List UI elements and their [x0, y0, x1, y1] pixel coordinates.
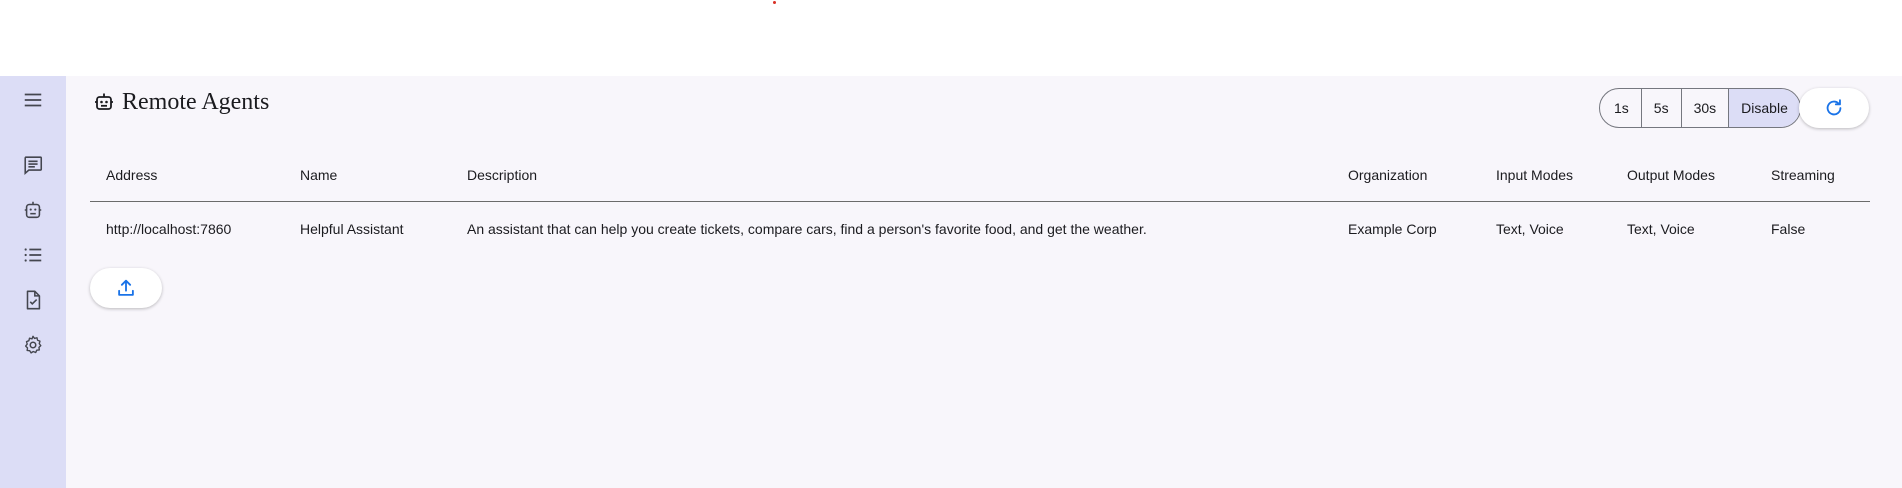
interval-option-disable[interactable]: Disable: [1728, 89, 1800, 127]
upload-icon: [118, 279, 134, 296]
main-content: Remote Agents 1s 5s 30s Disable Address …: [66, 76, 1902, 488]
interval-option-1s[interactable]: 1s: [1600, 89, 1641, 127]
cell-organization: Example Corp: [1348, 220, 1437, 237]
task-icon: [26, 290, 41, 310]
menu-icon: [24, 93, 42, 107]
chat-icon: [24, 156, 43, 175]
menu-button[interactable]: [17, 84, 49, 116]
sidebar-item-tasks[interactable]: [17, 284, 49, 316]
column-header-name: Name: [300, 166, 338, 183]
column-header-organization: Organization: [1348, 166, 1428, 183]
refresh-interval-toggle: 1s 5s 30s Disable: [1599, 88, 1801, 128]
page-title-text: Remote Agents: [122, 88, 270, 115]
refresh-button[interactable]: [1799, 88, 1869, 128]
column-header-description: Description: [467, 166, 538, 183]
cell-description: An assistant that can help you create ti…: [467, 220, 1147, 237]
cell-name: Helpful Assistant: [300, 220, 404, 237]
column-header-address: Address: [106, 166, 158, 183]
page-title: Remote Agents: [92, 87, 269, 117]
sidebar: [0, 76, 66, 488]
cell-address: http://localhost:7860: [106, 220, 232, 237]
sidebar-item-agents[interactable]: [17, 194, 49, 226]
column-header-output-modes: Output Modes: [1627, 166, 1715, 183]
cell-input-modes: Text, Voice: [1496, 220, 1564, 237]
column-header-streaming: Streaming: [1771, 166, 1835, 183]
app-shell: Remote Agents 1s 5s 30s Disable Address …: [0, 76, 1902, 488]
table-row[interactable]: http://localhost:7860 Helpful Assistant …: [90, 202, 1870, 255]
table-header: Address Name Description Organization In…: [90, 148, 1870, 202]
agent-icon: [24, 201, 42, 219]
interval-option-30s[interactable]: 30s: [1680, 89, 1729, 127]
settings-icon: [24, 335, 42, 354]
agents-table: Address Name Description Organization In…: [90, 148, 1870, 255]
cell-output-modes: Text, Voice: [1627, 220, 1695, 237]
cell-streaming: False: [1771, 220, 1806, 237]
list-icon: [24, 248, 42, 262]
sidebar-item-settings[interactable]: [17, 329, 49, 361]
sidebar-item-conversations[interactable]: [17, 149, 49, 181]
status-dot: [773, 1, 776, 4]
upload-button[interactable]: [90, 268, 162, 308]
robot-icon: [95, 93, 113, 110]
column-header-input-modes: Input Modes: [1496, 166, 1574, 183]
sidebar-item-list[interactable]: [17, 239, 49, 271]
interval-option-5s[interactable]: 5s: [1640, 89, 1681, 127]
refresh-icon: [1826, 99, 1842, 116]
